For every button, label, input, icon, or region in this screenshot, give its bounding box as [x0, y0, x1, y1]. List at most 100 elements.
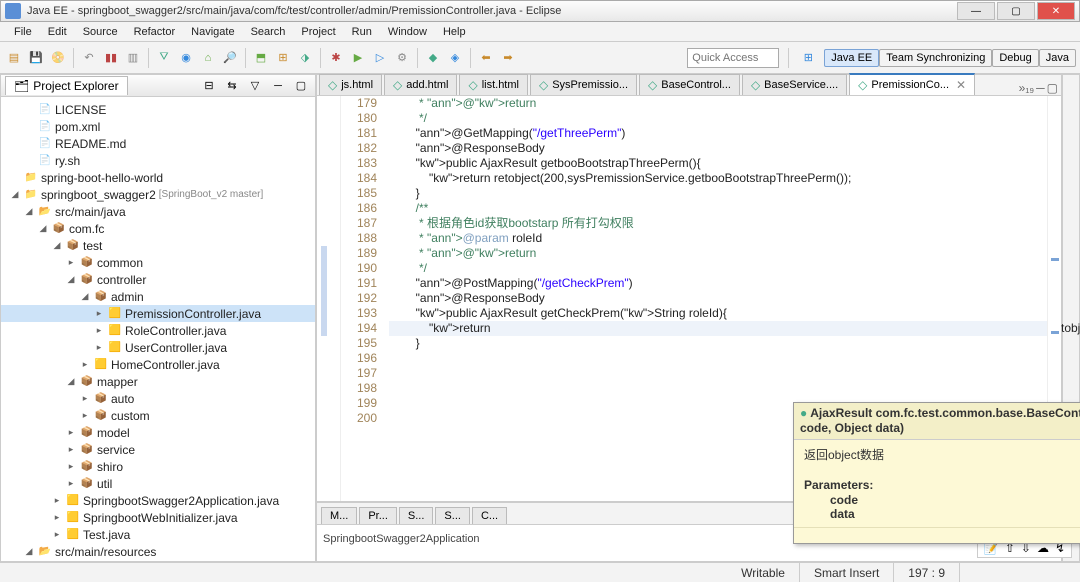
tree-item[interactable]: ◢📂src/main/java — [1, 203, 315, 220]
bottom-tab[interactable]: M... — [321, 507, 357, 524]
project-explorer-view: 🗂 Project Explorer ⊟ ⇆ ▽ ─ ▢ 📄LICENSE📄po… — [0, 74, 316, 562]
maximize-view-icon[interactable]: ▢ — [291, 76, 311, 96]
editor-tab-bar: ◇js.html◇add.html◇list.html◇SysPremissio… — [316, 74, 1062, 96]
menu-search[interactable]: Search — [243, 24, 294, 40]
new-package-icon[interactable]: ◈ — [445, 48, 465, 68]
stop-icon[interactable]: ▮▮ — [101, 48, 121, 68]
collapse-all-icon[interactable]: ⊟ — [199, 76, 219, 96]
new-wizard-icon[interactable]: ⊞ — [273, 48, 293, 68]
tree-item[interactable]: ▸🟨SpringbootSwagger2Application.java — [1, 492, 315, 509]
view-menu-icon[interactable]: ▽ — [245, 76, 265, 96]
project-tree[interactable]: 📄LICENSE📄pom.xml📄README.md📄ry.sh📁spring-… — [1, 97, 315, 561]
tree-item[interactable]: 📁spring-boot-hello-world — [1, 169, 315, 186]
minimize-button[interactable]: — — [957, 2, 995, 20]
tree-item[interactable]: ▸📦auto — [1, 390, 315, 407]
bottom-tab[interactable]: C... — [472, 507, 507, 524]
menu-source[interactable]: Source — [75, 24, 126, 40]
more-tabs-icon[interactable]: »₁₉ — [1019, 81, 1034, 95]
menu-help[interactable]: Help — [435, 24, 474, 40]
tree-item[interactable]: ▸🟨UserController.java — [1, 339, 315, 356]
run-icon[interactable]: ▶ — [348, 48, 368, 68]
menu-refactor[interactable]: Refactor — [126, 24, 184, 40]
method-hover-tooltip: ● AjaxResult com.fc.test.common.base.Bas… — [793, 402, 1080, 544]
status-cursor-pos: 197 : 9 — [894, 563, 960, 582]
back-icon[interactable]: ⬅ — [476, 48, 496, 68]
tooltip-signature: AjaxResult com.fc.test.common.base.BaseC… — [800, 406, 1080, 435]
bottom-tab[interactable]: S... — [435, 507, 470, 524]
undo-icon[interactable]: ↶ — [79, 48, 99, 68]
editor-tab[interactable]: ◇js.html — [319, 74, 382, 95]
tree-item[interactable]: ▸🟨RoleController.java — [1, 322, 315, 339]
open-type-icon[interactable]: ◉ — [176, 48, 196, 68]
tree-item[interactable]: 📄LICENSE — [1, 101, 315, 118]
tree-item[interactable]: ◢📂src/main/resources — [1, 543, 315, 560]
toggle-breadcrumb-icon[interactable]: ⌂ — [198, 48, 218, 68]
editor-tab[interactable]: ◇PremissionCo...✕ — [849, 73, 975, 95]
new-server-icon[interactable]: ⬒ — [251, 48, 271, 68]
build-icon[interactable]: ▥ — [123, 48, 143, 68]
external-tools-icon[interactable]: ⚙ — [392, 48, 412, 68]
tree-item[interactable]: 📄README.md — [1, 135, 315, 152]
perspective-java-ee[interactable]: Java EE — [824, 49, 879, 67]
quick-access-input[interactable] — [687, 48, 779, 68]
tree-item[interactable]: ▸📁ehcache — [1, 560, 315, 561]
menu-project[interactable]: Project — [293, 24, 343, 40]
status-writable: Writable — [727, 563, 800, 582]
editor-tab[interactable]: ◇list.html — [459, 74, 528, 95]
perspective-team-synchronizing[interactable]: Team Synchronizing — [879, 49, 992, 67]
perspective-java[interactable]: Java — [1039, 49, 1076, 67]
save-all-icon[interactable]: 📀 — [48, 48, 68, 68]
tree-item[interactable]: ◢📦test — [1, 237, 315, 254]
tree-item[interactable]: ▸📦shiro — [1, 458, 315, 475]
tree-item[interactable]: ▸📦service — [1, 441, 315, 458]
menu-navigate[interactable]: Navigate — [183, 24, 242, 40]
debug-last-icon[interactable]: ⛛ — [154, 48, 174, 68]
tree-item[interactable]: ▸📦model — [1, 424, 315, 441]
run-last-icon[interactable]: ▷ — [370, 48, 390, 68]
menu-run[interactable]: Run — [344, 24, 380, 40]
app-icon — [5, 3, 21, 19]
tree-item[interactable]: ◢📁springboot_swagger2 [SpringBoot_v2 mas… — [1, 186, 315, 203]
open-perspective-icon[interactable]: ⊞ — [798, 48, 818, 68]
bottom-tab[interactable]: Pr... — [359, 507, 397, 524]
forward-icon[interactable]: ➡ — [498, 48, 518, 68]
tree-item[interactable]: 📄pom.xml — [1, 118, 315, 135]
editor-tab[interactable]: ◇BaseService.... — [742, 74, 847, 95]
debug-icon[interactable]: ✱ — [326, 48, 346, 68]
tooltip-footer: Press 'F2' for focus — [794, 527, 1080, 543]
tree-item[interactable]: ◢📦com.fc — [1, 220, 315, 237]
tree-item[interactable]: ▸🟨Test.java — [1, 526, 315, 543]
editor-tab[interactable]: ◇add.html — [384, 74, 457, 95]
line-gutter: 1791801811821831841851861871881891901911… — [341, 96, 385, 501]
project-explorer-tab[interactable]: 🗂 Project Explorer — [5, 76, 128, 95]
tree-item[interactable]: ▸🟨SpringbootWebInitializer.java — [1, 509, 315, 526]
tree-item[interactable]: ▸📦custom — [1, 407, 315, 424]
tree-item[interactable]: ◢📦admin — [1, 288, 315, 305]
tree-item[interactable]: ▸🟨HomeController.java — [1, 356, 315, 373]
code-editor[interactable]: 1791801811821831841851861871881891901911… — [316, 96, 1062, 502]
menu-edit[interactable]: Edit — [40, 24, 75, 40]
tree-item[interactable]: 📄ry.sh — [1, 152, 315, 169]
new-icon[interactable]: ▤ — [4, 48, 24, 68]
link-editor-icon[interactable]: 🔎 — [220, 48, 240, 68]
link-with-editor-icon[interactable]: ⇆ — [222, 76, 242, 96]
close-button[interactable]: ✕ — [1037, 2, 1075, 20]
tree-item[interactable]: ▸📦common — [1, 254, 315, 271]
bottom-tab[interactable]: S... — [399, 507, 434, 524]
save-icon[interactable]: 💾 — [26, 48, 46, 68]
editor-tab[interactable]: ◇BaseControl... — [639, 74, 740, 95]
open-task-icon[interactable]: ⬗ — [295, 48, 315, 68]
tree-item[interactable]: ◢📦mapper — [1, 373, 315, 390]
tree-item[interactable]: ▸📦util — [1, 475, 315, 492]
editor-tab[interactable]: ◇SysPremissio... — [530, 74, 637, 95]
menu-bar: FileEditSourceRefactorNavigateSearchProj… — [0, 22, 1080, 42]
perspective-debug[interactable]: Debug — [992, 49, 1038, 67]
window-title: Java EE - springboot_swagger2/src/main/j… — [27, 5, 957, 17]
tree-item[interactable]: ▸🟨PremissionController.java — [1, 305, 315, 322]
tree-item[interactable]: ◢📦controller — [1, 271, 315, 288]
new-java-icon[interactable]: ◆ — [423, 48, 443, 68]
menu-file[interactable]: File — [6, 24, 40, 40]
maximize-button[interactable]: ▢ — [997, 2, 1035, 20]
menu-window[interactable]: Window — [380, 24, 435, 40]
minimize-view-icon[interactable]: ─ — [268, 76, 288, 96]
